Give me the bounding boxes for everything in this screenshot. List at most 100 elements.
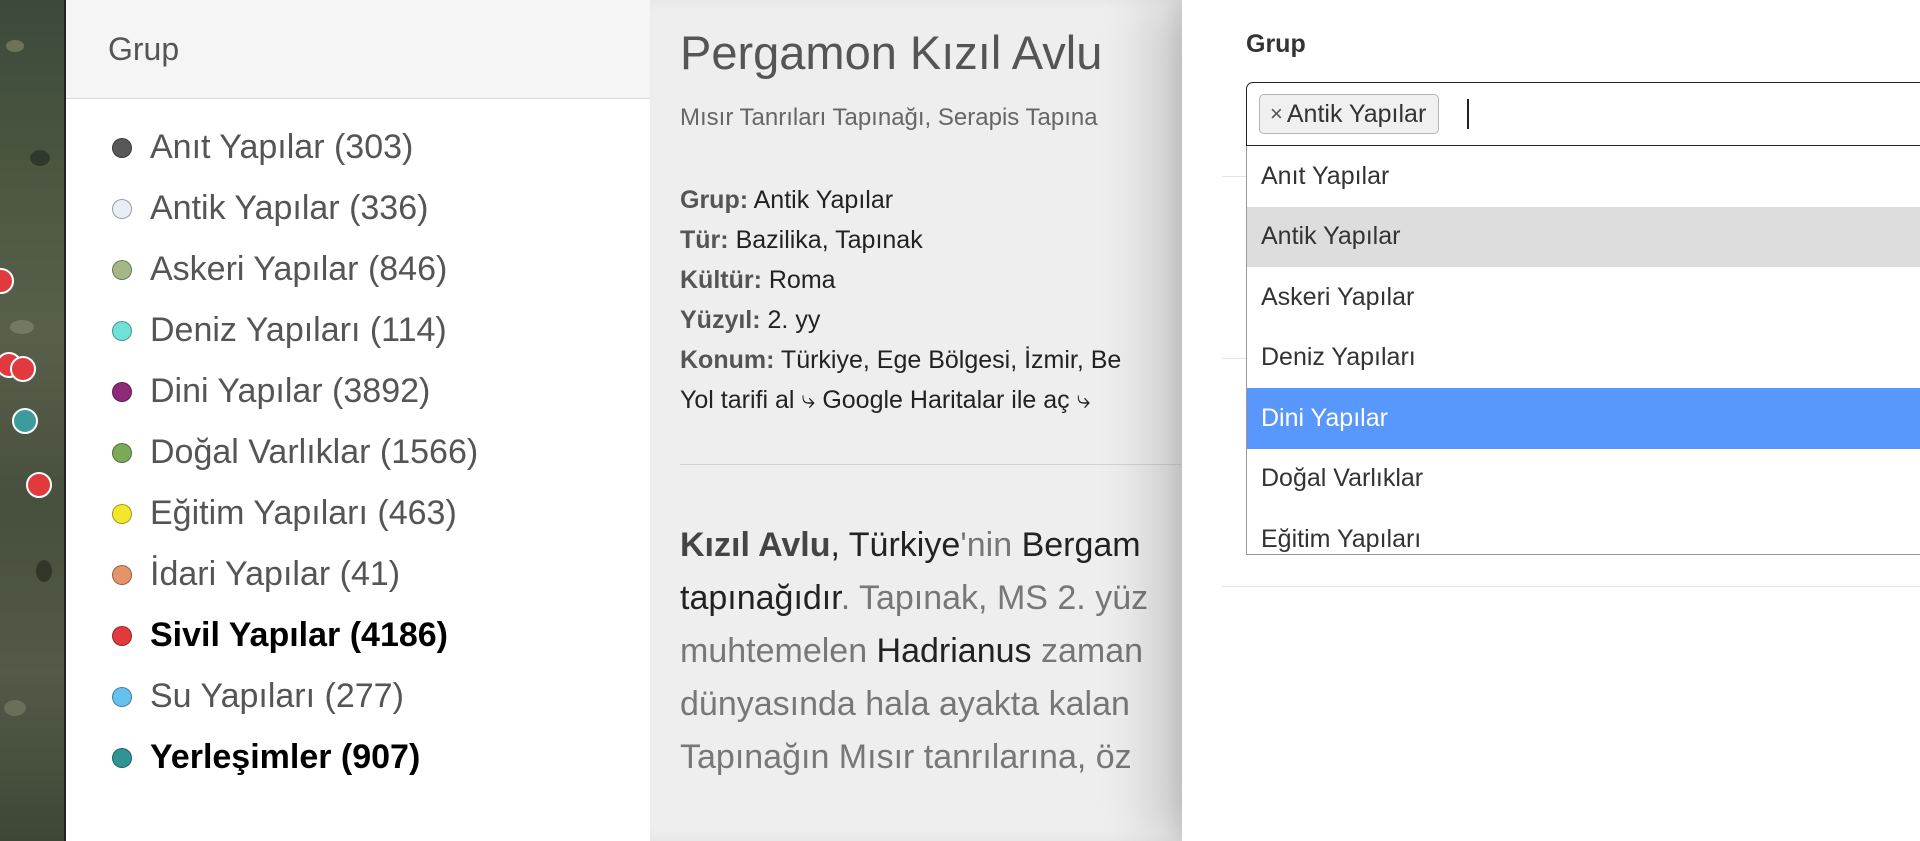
dropdown-option[interactable]: Anıt Yapılar <box>1247 146 1920 207</box>
map-terrain <box>30 150 50 166</box>
legend-item-label: Eğitim Yapıları (463) <box>150 494 457 532</box>
map-marker[interactable] <box>0 268 14 294</box>
dropdown-option[interactable]: Askeri Yapılar <box>1247 267 1920 328</box>
group-dropdown-list[interactable]: Anıt Yapılar Antik Yapılar Askeri Yapılar D… <box>1246 146 1920 555</box>
meta-culture-value: Roma <box>768 266 836 294</box>
legend-header: Grup <box>66 0 650 99</box>
meta-group-value: Antik Yapılar <box>753 186 894 214</box>
directions-row: Yol tarifi al ⤷ Google Haritalar ile aç … <box>680 380 1182 420</box>
legend-color-dot <box>112 137 132 158</box>
text-caret <box>1467 99 1469 129</box>
legend-item[interactable]: Su Yapıları (277) <box>66 666 650 727</box>
dropdown-option[interactable]: Doğal Varlıklar <box>1247 449 1920 510</box>
description: Kızıl Avlu, Türkiye'nin Bergam tapınağıd… <box>680 519 1182 784</box>
description-link[interactable]: Bergam <box>1022 526 1141 564</box>
group-legend-panel: Grup Anıt Yapılar (303) Antik Yapılar (33… <box>64 0 650 841</box>
description-text: zaman <box>1031 632 1144 670</box>
map-terrain <box>10 320 34 334</box>
dropdown-option[interactable]: Dini Yapılar <box>1247 388 1920 449</box>
dropdown-option[interactable]: Eğitim Yapıları <box>1247 509 1920 554</box>
meta-group: Grup: Antik Yapılar <box>680 180 1182 220</box>
selected-chip: × Antik Yapılar <box>1259 94 1440 134</box>
legend-item[interactable]: Eğitim Yapıları (463) <box>66 483 650 544</box>
map-terrain <box>6 40 24 52</box>
legend-item-label: İdari Yapılar (41) <box>150 555 401 593</box>
legend-color-dot <box>112 625 132 646</box>
legend-color-dot <box>112 564 132 585</box>
map-terrain <box>4 700 26 716</box>
description-text: . Tapınak, MS 2. yüz <box>840 579 1149 617</box>
legend-item-label: Yerleşimler (907) <box>150 738 421 776</box>
group-field-label: Grup <box>1246 30 1306 58</box>
meta-type: Tür: Bazilika, Tapınak <box>680 220 1182 260</box>
edit-form-panel: Grup × Antik Yapılar Anıt Yapılar Antik Y… <box>1182 0 1920 841</box>
legend-color-dot <box>112 320 132 341</box>
legend-item[interactable]: Sivil Yapılar (4186) <box>66 605 650 666</box>
legend-color-dot <box>112 198 132 219</box>
description-line: Tapınağın Mısır tanrılarına, öz <box>680 738 1132 776</box>
meta-culture: Kültür: Roma <box>680 260 1182 300</box>
meta-info: Grup: Antik Yapılar Tür: Bazilika, Tapın… <box>680 180 1182 420</box>
legend-item[interactable]: Dini Yapılar (3892) <box>66 361 650 422</box>
group-multiselect[interactable]: × Antik Yapılar <box>1246 82 1920 146</box>
legend-color-dot <box>112 259 132 280</box>
description-line: dünyasında hala ayakta kalan <box>680 685 1130 723</box>
chip-remove-icon[interactable]: × <box>1270 101 1283 127</box>
description-link[interactable]: tapınağıdır <box>680 579 841 617</box>
legend-color-dot <box>112 442 132 463</box>
legend-item-label: Antik Yapılar (336) <box>150 189 429 227</box>
legend-item-label: Sivil Yapılar (4186) <box>150 616 448 654</box>
legend-item[interactable]: Yerleşimler (907) <box>66 727 650 788</box>
legend-color-dot <box>112 503 132 524</box>
map-terrain <box>36 560 52 582</box>
meta-location-key: Konum: <box>680 346 775 374</box>
description-bold: Kızıl Avlu <box>680 526 831 564</box>
legend-item[interactable]: Deniz Yapıları (114) <box>66 300 650 361</box>
page-title: Pergamon Kızıl Avlu <box>680 26 1103 79</box>
meta-century: Yüzyıl: 2. yy <box>680 300 1182 340</box>
description-text: 'nin <box>960 526 1022 564</box>
legend-title: Grup <box>108 30 180 67</box>
google-maps-link[interactable]: Google Haritalar ile aç ⤷ <box>822 386 1090 414</box>
legend-color-dot <box>112 381 132 402</box>
divider <box>680 464 1182 465</box>
meta-century-value: 2. yy <box>767 306 821 334</box>
directions-link[interactable]: Yol tarifi al ⤷ <box>680 386 815 414</box>
field-separator <box>1222 586 1920 587</box>
dropdown-option[interactable]: Deniz Yapıları <box>1247 328 1920 389</box>
map-marker[interactable] <box>26 472 52 498</box>
legend-item-label: Su Yapıları (277) <box>150 677 404 715</box>
description-text: , <box>830 526 849 564</box>
alternate-names: Mısır Tanrıları Tapınağı, Serapis Tapına <box>680 104 1098 131</box>
legend-color-dot <box>112 686 132 707</box>
description-line: tapınağıdır. Tapınak, MS 2. yüz <box>680 572 1182 625</box>
legend-item-label: Deniz Yapıları (114) <box>150 311 447 349</box>
dropdown-option[interactable]: Antik Yapılar <box>1247 206 1920 267</box>
legend-item-label: Doğal Varlıklar (1566) <box>150 433 479 471</box>
description-line: Kızıl Avlu, Türkiye'nin Bergam <box>680 519 1182 572</box>
meta-group-key: Grup: <box>680 186 749 214</box>
detail-panel: Pergamon Kızıl Avlu Mısır Tanrıları Tapı… <box>650 0 1182 841</box>
description-text: muhtemelen <box>680 632 877 670</box>
map-area[interactable] <box>0 0 64 841</box>
legend-list: Anıt Yapılar (303) Antik Yapılar (336) Ask… <box>66 99 650 788</box>
legend-item[interactable]: Antik Yapılar (336) <box>66 178 650 239</box>
legend-item-label: Askeri Yapılar (846) <box>150 250 448 288</box>
legend-item-label: Anıt Yapılar (303) <box>150 128 414 166</box>
map-marker[interactable] <box>10 356 36 382</box>
meta-location-value: Türkiye, Ege Bölgesi, İzmir, Be <box>780 346 1122 374</box>
meta-location: Konum: Türkiye, Ege Bölgesi, İzmir, Be <box>680 340 1182 380</box>
meta-type-value: Bazilika, Tapınak <box>735 226 923 254</box>
description-line: muhtemelen Hadrianus zaman <box>680 625 1182 678</box>
meta-century-key: Yüzyıl: <box>680 306 761 334</box>
description-link[interactable]: Hadrianus <box>877 632 1032 670</box>
legend-item[interactable]: İdari Yapılar (41) <box>66 544 650 605</box>
legend-color-dot <box>112 747 132 768</box>
legend-item[interactable]: Anıt Yapılar (303) <box>66 117 650 178</box>
description-link[interactable]: Türkiye <box>849 526 960 564</box>
legend-item[interactable]: Doğal Varlıklar (1566) <box>66 422 650 483</box>
meta-culture-key: Kültür: <box>680 266 762 294</box>
map-marker[interactable] <box>12 408 38 434</box>
meta-type-key: Tür: <box>680 226 729 254</box>
legend-item[interactable]: Askeri Yapılar (846) <box>66 239 650 300</box>
